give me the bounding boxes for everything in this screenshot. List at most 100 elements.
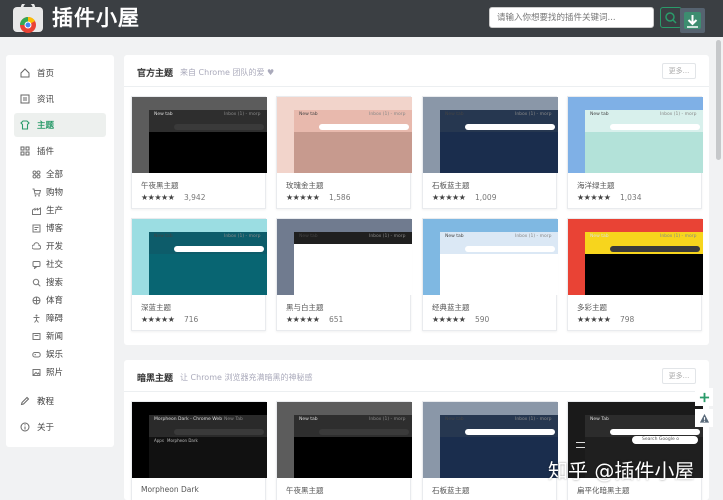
theme-card[interactable]: New tab Inbox (1) - morp 深蓝主题 ★★★★★ 716	[131, 218, 267, 331]
subitem-news[interactable]: 新闻	[32, 327, 63, 345]
sport-icon	[32, 296, 41, 304]
theme-name[interactable]: 经典蓝主题	[432, 302, 470, 313]
blog-icon	[32, 224, 41, 232]
theme-card[interactable]: New tab Inbox (1) - morp 午夜黑主题	[276, 401, 412, 500]
sidebar-item-about[interactable]: 关于	[14, 415, 106, 439]
rating-count: 798	[620, 315, 635, 324]
sidebar-item-news[interactable]: 资讯	[14, 87, 106, 111]
panel-header: 官方主题 来自 Chrome 团队的爱 ♥ 更多...	[124, 55, 709, 87]
section-title: 官方主题	[137, 69, 174, 79]
theme-card[interactable]: New tab Inbox (1) - morp 玫瑰金主题 ★★★★★ 1,586	[276, 96, 412, 209]
theme-preview-image: New tab Inbox (1) - morp	[277, 219, 412, 295]
sidebar-item-home[interactable]: 首页	[14, 61, 106, 85]
theme-name[interactable]: 石板蓝主题	[432, 180, 470, 191]
theme-card[interactable]: New tab Inbox (1) - morp 石板蓝主题 ★★★★★ 1,009	[422, 96, 558, 209]
rating-stars: ★★★★★	[577, 315, 611, 324]
theme-name[interactable]: 玫瑰金主题	[286, 180, 324, 191]
theme-card[interactable]: New Tab Search Google o 扁平化暗黑主题	[567, 401, 703, 500]
search-button[interactable]	[660, 7, 682, 28]
preview-tab-label: Inbox (1) - morp	[369, 417, 406, 422]
theme-name[interactable]: 午夜黑主题	[286, 485, 324, 496]
subitem-label: 障碍	[46, 314, 64, 324]
search-input[interactable]	[489, 7, 654, 28]
theme-card[interactable]: Morpheon Dark - Chrome Web New Tab Apps Mor…	[131, 401, 267, 500]
subitem-label: 全部	[46, 170, 64, 180]
preview-omnibox	[319, 246, 409, 252]
preview-tab-label: Inbox (1) - morp	[515, 417, 552, 422]
warning-button[interactable]	[695, 409, 713, 427]
subitem-dev[interactable]: 开发	[32, 237, 63, 255]
theme-preview-image: New tab Inbox (1) - morp	[423, 219, 558, 295]
sidebar-item-plugins[interactable]: 插件	[14, 139, 106, 163]
rating-count: 651	[329, 315, 344, 324]
subitem-entertainment[interactable]: 娱乐	[32, 345, 63, 363]
theme-card[interactable]: New tab Inbox (1) - morp 午夜黑主题 ★★★★★ 3,942	[131, 96, 267, 209]
preview-omnibox	[174, 124, 264, 130]
subitem-shopping[interactable]: 购物	[32, 183, 63, 201]
theme-card[interactable]: New tab Inbox (1) - morp 多彩主题 ★★★★★ 798	[567, 218, 703, 331]
subitem-blog[interactable]: 博客	[32, 219, 63, 237]
subitem-sport[interactable]: 体育	[32, 291, 63, 309]
theme-card[interactable]: New tab Inbox (1) - morp 海洋绿主题 ★★★★★ 1,034	[567, 96, 703, 209]
more-button[interactable]: 更多...	[662, 63, 696, 79]
theme-preview-image: New tab Inbox (1) - morp	[132, 97, 267, 173]
theme-card[interactable]: New tab Inbox (1) - morp 黑与白主题 ★★★★★ 651	[276, 218, 412, 331]
theme-preview-image: New tab Inbox (1) - morp	[277, 97, 412, 173]
preview-tab-label: Morpheon Dark - Chrome Web	[154, 417, 223, 422]
rating-count: 1,009	[475, 193, 497, 202]
sidebar-item-label: 主题	[37, 121, 55, 131]
warning-icon	[699, 413, 709, 423]
preview-search-box: Search Google o	[632, 436, 698, 444]
subitem-social[interactable]: 社交	[32, 255, 63, 273]
preview-tab-label: Inbox (1) - morp	[515, 234, 552, 239]
theme-preview-image: New tab Inbox (1) - morp	[423, 97, 558, 173]
subitem-accessibility[interactable]: 障碍	[32, 309, 63, 327]
download-icon	[684, 12, 701, 29]
preview-tab-label: Inbox (1) - morp	[224, 112, 261, 117]
rating-stars: ★★★★★	[286, 193, 320, 202]
preview-omnibox	[465, 246, 555, 252]
subitem-search[interactable]: 搜索	[32, 273, 63, 291]
theme-name[interactable]: 午夜黑主题	[141, 180, 179, 191]
subitem-label: 娱乐	[46, 350, 64, 360]
preview-tab-label: Inbox (1) - morp	[369, 112, 406, 117]
gamepad-icon	[32, 351, 41, 357]
download-button[interactable]	[680, 8, 705, 33]
pencil-icon	[20, 396, 30, 406]
subitem-label: 社交	[46, 260, 64, 270]
theme-name[interactable]: 石板蓝主题	[432, 485, 470, 496]
theme-name[interactable]: 黑与白主题	[286, 302, 324, 313]
preview-tab-label: Inbox (1) - morp	[369, 234, 406, 239]
theme-card[interactable]: New tab Inbox (1) - morp 石板蓝主题	[422, 401, 558, 500]
search-icon	[665, 12, 677, 24]
preview-tab-label: New tab	[154, 234, 173, 239]
subitem-label: 体育	[46, 296, 64, 306]
news-icon	[20, 94, 30, 104]
app-title[interactable]: 插件小屋	[52, 5, 140, 31]
watermark: 知乎 @插件小屋	[548, 459, 695, 483]
subitem-photo[interactable]: 照片	[32, 363, 63, 381]
preview-tab-label: New tab	[445, 112, 464, 117]
theme-name[interactable]: 扁平化暗黑主题	[577, 485, 630, 496]
preview-tab-label: Inbox (1) - morp	[660, 234, 697, 239]
sidebar-item-tutorial[interactable]: 教程	[14, 389, 106, 413]
preview-tab-label: New tab	[590, 112, 609, 117]
scrollbar[interactable]	[716, 40, 721, 160]
sidebar-item-theme[interactable]: 主题	[14, 113, 106, 137]
subitem-label: 博客	[46, 224, 64, 234]
theme-name[interactable]: Morpheon Dark	[141, 485, 199, 494]
plus-button[interactable]	[695, 388, 713, 406]
subitem-all[interactable]: 全部	[32, 165, 63, 183]
theme-name[interactable]: 深蓝主题	[141, 302, 171, 313]
theme-name[interactable]: 海洋绿主题	[577, 180, 615, 191]
theme-name[interactable]: 多彩主题	[577, 302, 607, 313]
preview-tab-label: New tab	[154, 112, 173, 117]
subitem-production[interactable]: 生产	[32, 201, 63, 219]
subitem-label: 新闻	[46, 332, 64, 342]
theme-card[interactable]: New tab Inbox (1) - morp 经典蓝主题 ★★★★★ 590	[422, 218, 558, 331]
preview-tab-label: New tab	[590, 234, 609, 239]
section-title: 暗黑主题	[137, 374, 174, 384]
rating-stars: ★★★★★	[432, 193, 466, 202]
paper-icon	[32, 332, 41, 340]
more-button[interactable]: 更多...	[662, 368, 696, 384]
